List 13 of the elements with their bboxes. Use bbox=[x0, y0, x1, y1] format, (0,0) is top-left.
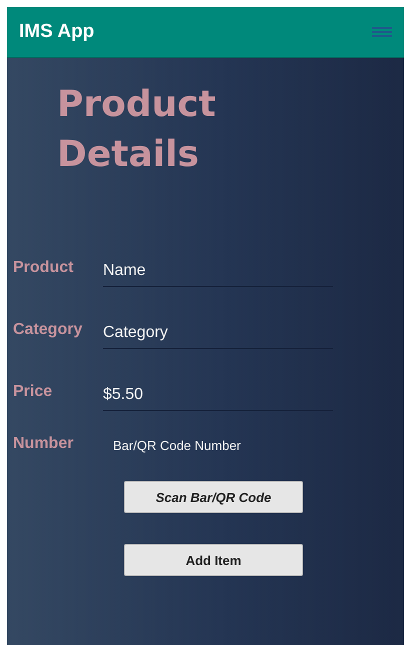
add-item-button[interactable]: Add Item bbox=[124, 544, 303, 576]
input-field[interactable]: Name bbox=[103, 258, 333, 287]
field-label: Product bbox=[13, 259, 74, 278]
menu-icon[interactable] bbox=[372, 27, 392, 37]
field-label: Category bbox=[13, 321, 84, 340]
code-number-text: Bar/QR Code Number bbox=[112, 438, 242, 455]
page-heading: Product Details bbox=[57, 83, 217, 177]
input-field[interactable]: Category bbox=[103, 320, 333, 349]
scan-button[interactable]: Scan Bar/QR Code bbox=[124, 481, 303, 513]
field-label: Number bbox=[13, 435, 74, 454]
input-field[interactable]: $5.50 bbox=[103, 382, 333, 411]
field-label: Price bbox=[13, 383, 54, 402]
app-title: IMS App bbox=[19, 21, 94, 43]
